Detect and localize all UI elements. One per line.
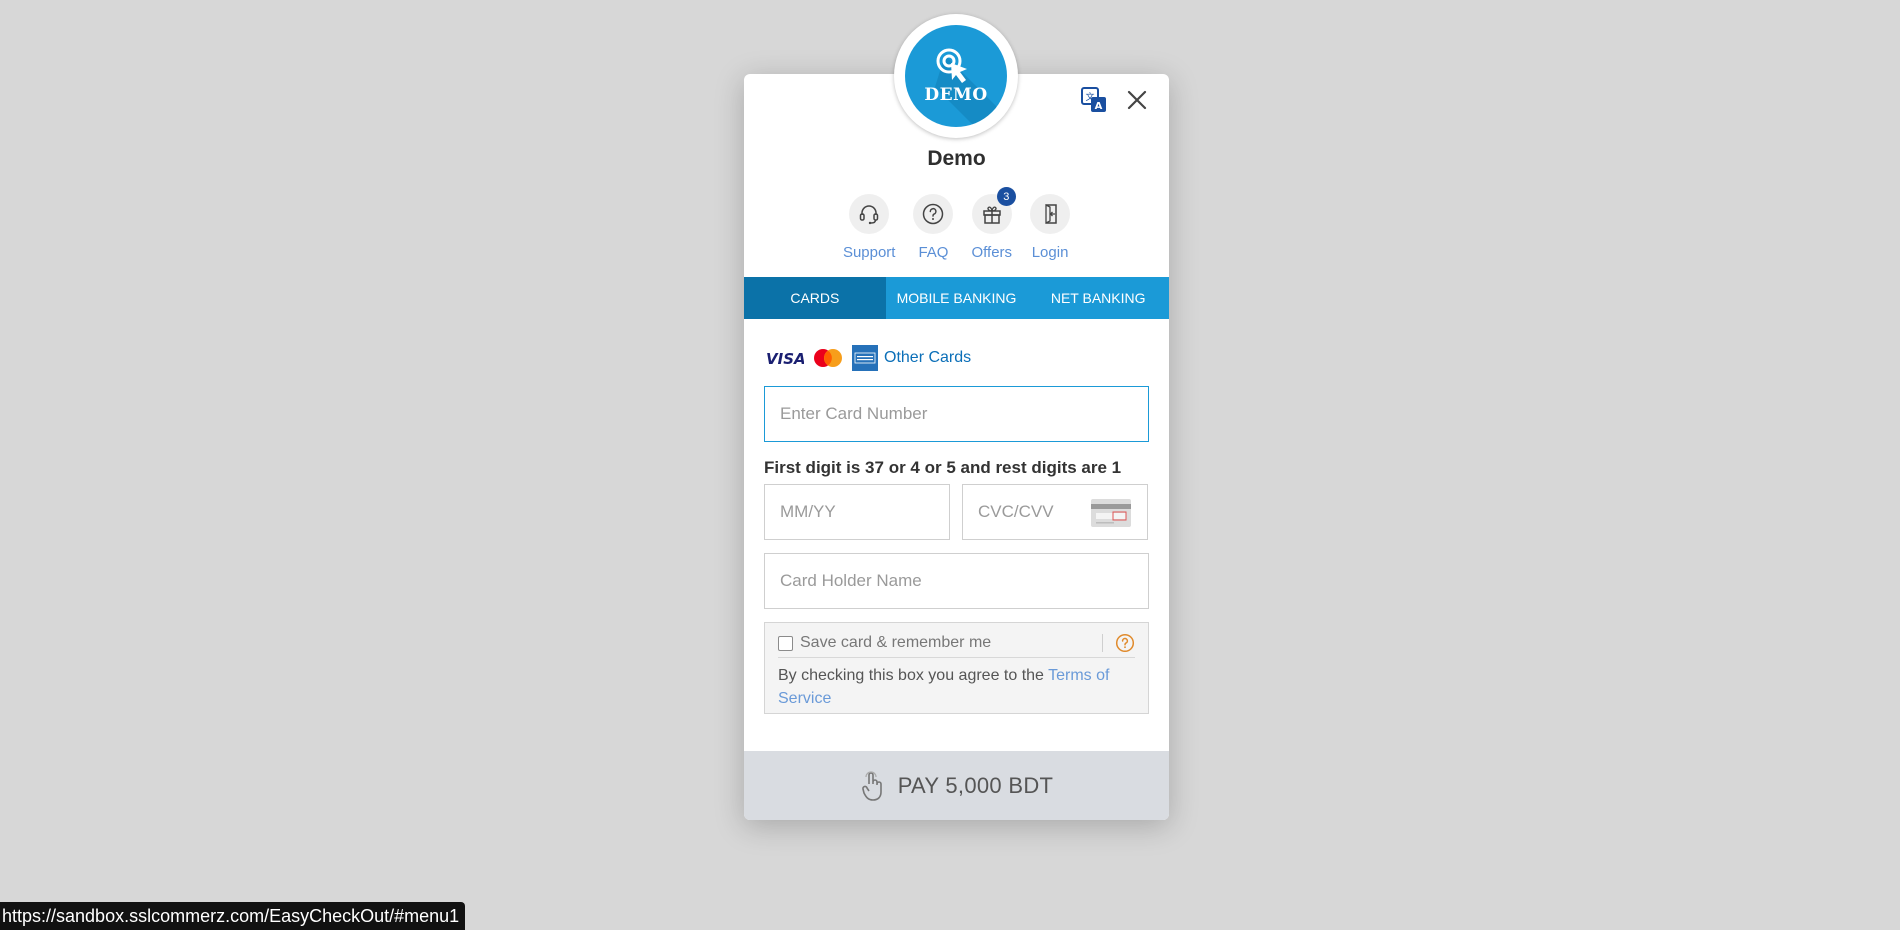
language-button[interactable]: 文 A [1080, 86, 1108, 114]
cursor-click-icon [935, 48, 1007, 127]
mastercard-logo [810, 347, 846, 369]
offers-icon-circle: 3 [971, 187, 1016, 234]
translate-icon: 文 A [1081, 87, 1106, 112]
svg-text:VISA: VISA [766, 350, 804, 368]
merchant-logo-badge: DEMO [905, 25, 1007, 127]
merchant-name: Demo [927, 147, 986, 170]
card-number-input[interactable]: Enter Card Number [764, 386, 1149, 442]
save-card-row: Save card & remember me [778, 629, 1135, 658]
support-icon-circle [849, 194, 890, 234]
expiry-cvc-row: MM/YY CVC/CVV [764, 484, 1149, 540]
tab-cards[interactable]: CARDS [744, 277, 886, 319]
faq-icon-circle [913, 194, 954, 234]
save-card-box: Save card & remember me By checking this… [764, 622, 1149, 714]
expiry-input[interactable]: MM/YY [764, 484, 950, 540]
merchant-logo-text: DEMO [924, 85, 988, 105]
offers-count-badge: 3 [996, 187, 1016, 206]
offers-link[interactable]: 3 Offers [971, 187, 1016, 261]
other-cards-link[interactable]: Other Cards [884, 349, 971, 367]
card-brands: VISA Other Cards [764, 344, 1149, 372]
save-card-label[interactable]: Save card & remember me [800, 634, 1102, 652]
close-button[interactable] [1125, 88, 1149, 112]
cvc-input[interactable]: CVC/CVV [962, 484, 1148, 540]
pay-button[interactable]: PAY 5,000 BDT [744, 751, 1169, 820]
terms-text: By checking this box you agree to the Te… [778, 664, 1135, 710]
tap-hand-icon [861, 770, 882, 801]
save-card-help-button[interactable] [1115, 633, 1135, 653]
card-form: VISA Other Cards Enter Card Number First… [764, 344, 1149, 714]
page: DEMO 文 A Demo Support FAQ 3 Offers Login… [0, 0, 1900, 930]
amex-logo [852, 345, 878, 371]
expiry-placeholder: MM/YY [780, 502, 836, 521]
login-icon-circle [1030, 194, 1071, 234]
support-label: Support [842, 244, 896, 261]
close-icon [1127, 90, 1147, 110]
question-circle-icon [1115, 633, 1135, 653]
tab-mobile-banking[interactable]: MOBILE BANKING [886, 277, 1028, 319]
cvc-placeholder: CVC/CVV [978, 502, 1054, 521]
visa-logo: VISA [764, 348, 804, 368]
headset-icon [859, 205, 879, 225]
payment-method-tabs: CARDS MOBILE BANKING NET BANKING [744, 277, 1169, 319]
faq-link[interactable]: FAQ [913, 194, 954, 261]
tab-net-banking[interactable]: NET BANKING [1027, 277, 1169, 319]
card-number-hint: First digit is 37 or 4 or 5 and rest dig… [764, 458, 1122, 477]
pay-button-label: PAY 5,000 BDT [897, 772, 1054, 798]
save-card-checkbox[interactable] [778, 635, 793, 651]
terms-prefix: By checking this box you agree to the [778, 667, 1049, 684]
gift-icon [983, 206, 1001, 224]
checkout-modal: DEMO 文 A Demo Support FAQ 3 Offers Login… [744, 14, 1169, 820]
svg-text:A: A [1095, 101, 1103, 112]
status-bar-url: https://sandbox.sslcommerz.com/EasyCheck… [0, 902, 466, 930]
login-link[interactable]: Login [1030, 194, 1071, 261]
divider [1102, 634, 1103, 652]
merchant-logo: DEMO [894, 14, 1018, 138]
login-icon [1045, 203, 1057, 225]
card-holder-input[interactable]: Card Holder Name [764, 553, 1149, 609]
login-label: Login [1031, 244, 1069, 261]
faq-label: FAQ [918, 244, 949, 261]
offers-label: Offers [971, 244, 1013, 261]
support-link[interactable]: Support [842, 194, 896, 261]
question-circle-icon [923, 203, 944, 225]
card-back-icon [1091, 499, 1131, 527]
quick-links: Support FAQ 3 Offers Login [744, 187, 1169, 261]
